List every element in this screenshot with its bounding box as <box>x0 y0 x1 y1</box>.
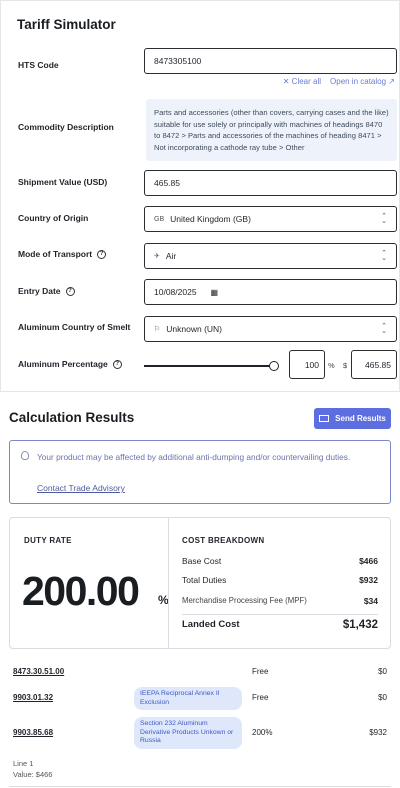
duty-rate-value: 200.00 <box>22 568 140 614</box>
mpf-value: $34 <box>363 596 378 606</box>
line-program-tag: IEEPA Reciprocal Annex II Exclusion <box>134 687 242 711</box>
origin-select[interactable]: GB United Kingdom (GB) ⌃ ⌄ <box>144 206 397 232</box>
line-number: Line 1 <box>13 759 34 768</box>
aluminum-pct-value: 100 <box>304 359 319 370</box>
transport-label-text: Mode of Transport <box>18 249 93 259</box>
shipment-value-input[interactable]: 465.85 <box>144 170 397 196</box>
entry-date-value: 10/08/2025 <box>154 287 197 297</box>
advisory-text: Your product may be affected by addition… <box>37 452 351 462</box>
lightbulb-icon <box>21 451 29 460</box>
help-icon[interactable]: ? <box>112 359 122 369</box>
clear-all-link[interactable]: ✕ Clear all <box>283 77 321 86</box>
base-cost-label: Base Cost <box>182 556 222 566</box>
line-amount: $0 <box>378 667 387 676</box>
card-divider <box>168 518 169 648</box>
base-cost-value: $466 <box>359 556 378 566</box>
aluminum-pct-input[interactable]: 100 <box>289 350 325 379</box>
line-rate: Free <box>252 693 269 702</box>
transport-label: Mode of Transport ? <box>18 249 107 259</box>
line-program-tag: Section 232 Aluminum Derivative Products… <box>134 717 242 749</box>
aluminum-slider-track[interactable] <box>144 365 274 367</box>
send-results-label: Send Results <box>335 414 386 423</box>
advisory-notice: Your product may be affected by addition… <box>9 440 391 504</box>
flag-icon: GB <box>154 215 165 223</box>
line-amount: $0 <box>378 693 387 702</box>
percent-symbol: % <box>328 361 335 370</box>
total-duties-row: Total Duties $932 <box>182 575 378 585</box>
calendar-icon[interactable]: ▦ <box>211 288 219 297</box>
smelt-select[interactable]: ⚐ Unknown (UN) ⌃ ⌄ <box>144 316 397 342</box>
entry-date-label-text: Entry Date <box>18 286 61 296</box>
landed-cost-label: Landed Cost <box>182 619 240 630</box>
clear-all-label: Clear all <box>291 77 322 86</box>
airplane-icon: ✈ <box>154 253 160 260</box>
help-icon[interactable]: ? <box>97 249 107 259</box>
duty-summary-card: DUTY RATE 200.00 % COST BREAKDOWN Base C… <box>9 517 391 649</box>
smelt-label: Aluminum Country of Smelt <box>18 322 131 332</box>
external-link-icon: ↗ <box>388 77 395 86</box>
duty-rate-label: DUTY RATE <box>24 536 72 545</box>
line-value: Value: $466 <box>13 770 53 779</box>
hts-line-code[interactable]: 9903.01.32 <box>13 693 53 702</box>
shipment-value: 465.85 <box>154 178 180 188</box>
open-catalog-link[interactable]: Open in catalog ↗ <box>330 77 395 86</box>
commodity-description: Parts and accessories (other than covers… <box>146 99 397 161</box>
entry-date-label: Entry Date ? <box>18 286 75 296</box>
hts-links: ✕ Clear all Open in catalog ↗ <box>283 77 395 86</box>
mpf-row: Merchandise Processing Fee (MPF) $34 <box>182 596 378 606</box>
hts-code-input[interactable]: 8473305100 <box>144 48 397 74</box>
bottom-divider <box>9 786 391 787</box>
line-rate: 200% <box>252 728 273 737</box>
smelt-value: Unknown (UN) <box>166 324 223 334</box>
shipment-value-label: Shipment Value (USD) <box>18 177 108 187</box>
line-amount: $932 <box>369 728 387 737</box>
aluminum-amount-value: 465.85 <box>365 359 391 370</box>
hts-line-code[interactable]: 8473.30.51.00 <box>13 667 64 676</box>
entry-date-input[interactable]: 10/08/2025 ▦ <box>144 279 397 305</box>
send-results-button[interactable]: Send Results <box>314 408 391 429</box>
landed-cost-row: Landed Cost $1,432 <box>182 619 378 631</box>
mpf-label: Merchandise Processing Fee (MPF) <box>182 596 307 605</box>
aluminum-pct-label: Aluminum Percentage ? <box>18 359 122 369</box>
envelope-icon <box>319 415 330 422</box>
line-rate: Free <box>252 667 269 676</box>
contact-trade-advisory-link[interactable]: Contact Trade Advisory <box>37 483 125 493</box>
hts-code-label: HTS Code <box>18 60 59 70</box>
hts-line-code[interactable]: 9903.85.68 <box>13 728 53 737</box>
tariff-form-panel: Tariff Simulator HTS Code 8473305100 ✕ C… <box>0 0 400 392</box>
flag-outline-icon: ⚐ <box>154 326 161 333</box>
transport-select[interactable]: ✈ Air ⌃ ⌄ <box>144 243 397 269</box>
aluminum-amount-input[interactable]: 465.85 <box>351 350 397 379</box>
origin-label: Country of Origin <box>18 213 89 223</box>
total-duties-label: Total Duties <box>182 575 227 585</box>
landed-divider <box>182 614 378 615</box>
select-caret-icon: ⌃ ⌄ <box>381 323 387 335</box>
open-catalog-label: Open in catalog <box>330 77 387 86</box>
landed-cost-value: $1,432 <box>342 619 378 631</box>
cost-breakdown-heading: COST BREAKDOWN <box>182 536 265 545</box>
results-title: Calculation Results <box>9 410 135 425</box>
base-cost-row: Base Cost $466 <box>182 556 378 566</box>
dollar-symbol: $ <box>343 361 348 370</box>
help-icon[interactable]: ? <box>65 286 75 296</box>
hts-code-value: 8473305100 <box>154 56 202 66</box>
form-title: Tariff Simulator <box>17 17 116 32</box>
select-caret-icon: ⌃ ⌄ <box>381 213 387 225</box>
total-duties-value: $932 <box>359 575 378 585</box>
origin-value: United Kingdom (GB) <box>170 214 251 224</box>
transport-value: Air <box>165 251 177 261</box>
aluminum-pct-label-text: Aluminum Percentage <box>18 359 108 369</box>
aluminum-slider-thumb[interactable] <box>269 361 279 371</box>
select-caret-icon: ⌃ ⌄ <box>381 250 387 262</box>
line-caption: Line 1 Value: $466 <box>13 758 52 780</box>
commodity-label: Commodity Description <box>18 122 114 132</box>
